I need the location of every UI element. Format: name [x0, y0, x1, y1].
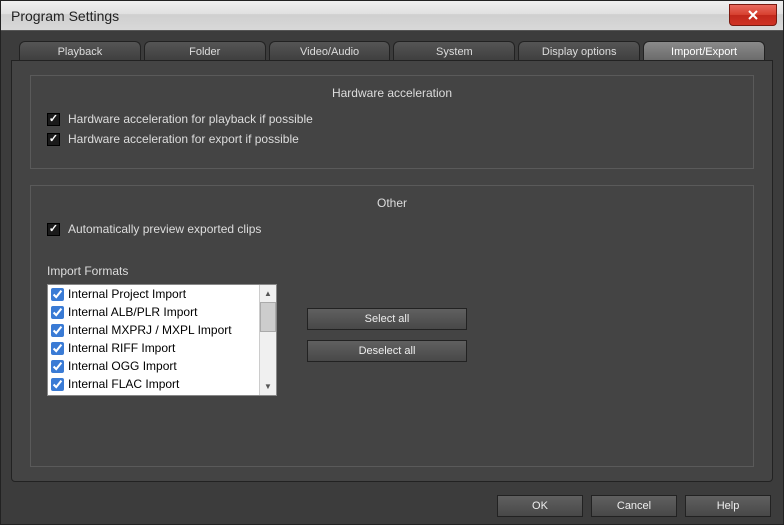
- scroll-up-button[interactable]: ▲: [260, 285, 276, 302]
- group-title-hw: Hardware acceleration: [47, 86, 737, 100]
- check-icon: [47, 113, 60, 126]
- checkbox-hw-playback[interactable]: Hardware acceleration for playback if po…: [47, 112, 737, 126]
- checkbox-label: Automatically preview exported clips: [68, 222, 261, 236]
- help-button[interactable]: Help: [685, 495, 771, 517]
- scroll-down-button[interactable]: ▼: [260, 378, 276, 395]
- list-item-checkbox[interactable]: [51, 360, 64, 373]
- ok-button[interactable]: OK: [497, 495, 583, 517]
- group-other: Other Automatically preview exported cli…: [30, 185, 754, 467]
- scrollbar: ▲ ▼: [259, 285, 276, 395]
- listbox-items: Internal Project Import Internal ALB/PLR…: [48, 285, 259, 395]
- list-item-label: Internal ALB/PLR Import: [68, 305, 197, 319]
- formats-row: Internal Project Import Internal ALB/PLR…: [47, 284, 737, 396]
- checkbox-label: Hardware acceleration for playback if po…: [68, 112, 313, 126]
- list-item-label: Internal FLAC Import: [68, 377, 179, 391]
- list-item[interactable]: Internal RIFF Import: [48, 339, 259, 357]
- close-icon: [747, 9, 759, 21]
- list-item-label: Internal OGG Import: [68, 359, 177, 373]
- checkbox-label: Hardware acceleration for export if poss…: [68, 132, 299, 146]
- check-icon: [47, 133, 60, 146]
- import-formats-label: Import Formats: [47, 264, 737, 278]
- tab-system[interactable]: System: [393, 41, 515, 61]
- titlebar: Program Settings: [1, 1, 783, 31]
- tab-display-options[interactable]: Display options: [518, 41, 640, 61]
- list-item-checkbox[interactable]: [51, 378, 64, 391]
- group-title-other: Other: [47, 196, 737, 210]
- content-area: Playback Folder Video/Audio System Displ…: [1, 31, 783, 488]
- window-title: Program Settings: [11, 8, 119, 24]
- check-icon: [47, 223, 60, 236]
- list-item-label: Internal Project Import: [68, 287, 186, 301]
- checkbox-auto-preview[interactable]: Automatically preview exported clips: [47, 222, 737, 236]
- list-item[interactable]: Internal ALB/PLR Import: [48, 303, 259, 321]
- select-all-button[interactable]: Select all: [307, 308, 467, 330]
- cancel-button[interactable]: Cancel: [591, 495, 677, 517]
- group-hardware-acceleration: Hardware acceleration Hardware accelerat…: [30, 75, 754, 169]
- list-item[interactable]: Internal MXPRJ / MXPL Import: [48, 321, 259, 339]
- close-button[interactable]: [729, 4, 777, 26]
- tab-video-audio[interactable]: Video/Audio: [269, 41, 391, 61]
- tab-import-export[interactable]: Import/Export: [643, 41, 765, 61]
- tab-folder[interactable]: Folder: [144, 41, 266, 61]
- list-item[interactable]: Internal OGG Import: [48, 357, 259, 375]
- tab-playback[interactable]: Playback: [19, 41, 141, 61]
- list-item-checkbox[interactable]: [51, 288, 64, 301]
- scroll-thumb[interactable]: [260, 302, 276, 332]
- tab-strip: Playback Folder Video/Audio System Displ…: [11, 41, 773, 61]
- dialog-footer: OK Cancel Help: [1, 488, 783, 524]
- list-item-label: Internal RIFF Import: [68, 341, 175, 355]
- list-item-checkbox[interactable]: [51, 306, 64, 319]
- list-item[interactable]: Internal FLAC Import: [48, 375, 259, 393]
- list-item-label: Internal MXPRJ / MXPL Import: [68, 323, 232, 337]
- list-item-checkbox[interactable]: [51, 324, 64, 337]
- list-item[interactable]: Internal Project Import: [48, 285, 259, 303]
- format-buttons: Select all Deselect all: [307, 308, 467, 362]
- deselect-all-button[interactable]: Deselect all: [307, 340, 467, 362]
- settings-window: Program Settings Playback Folder Video/A…: [0, 0, 784, 525]
- import-formats-listbox[interactable]: Internal Project Import Internal ALB/PLR…: [47, 284, 277, 396]
- list-item-checkbox[interactable]: [51, 342, 64, 355]
- checkbox-hw-export[interactable]: Hardware acceleration for export if poss…: [47, 132, 737, 146]
- tab-panel: Hardware acceleration Hardware accelerat…: [11, 60, 773, 482]
